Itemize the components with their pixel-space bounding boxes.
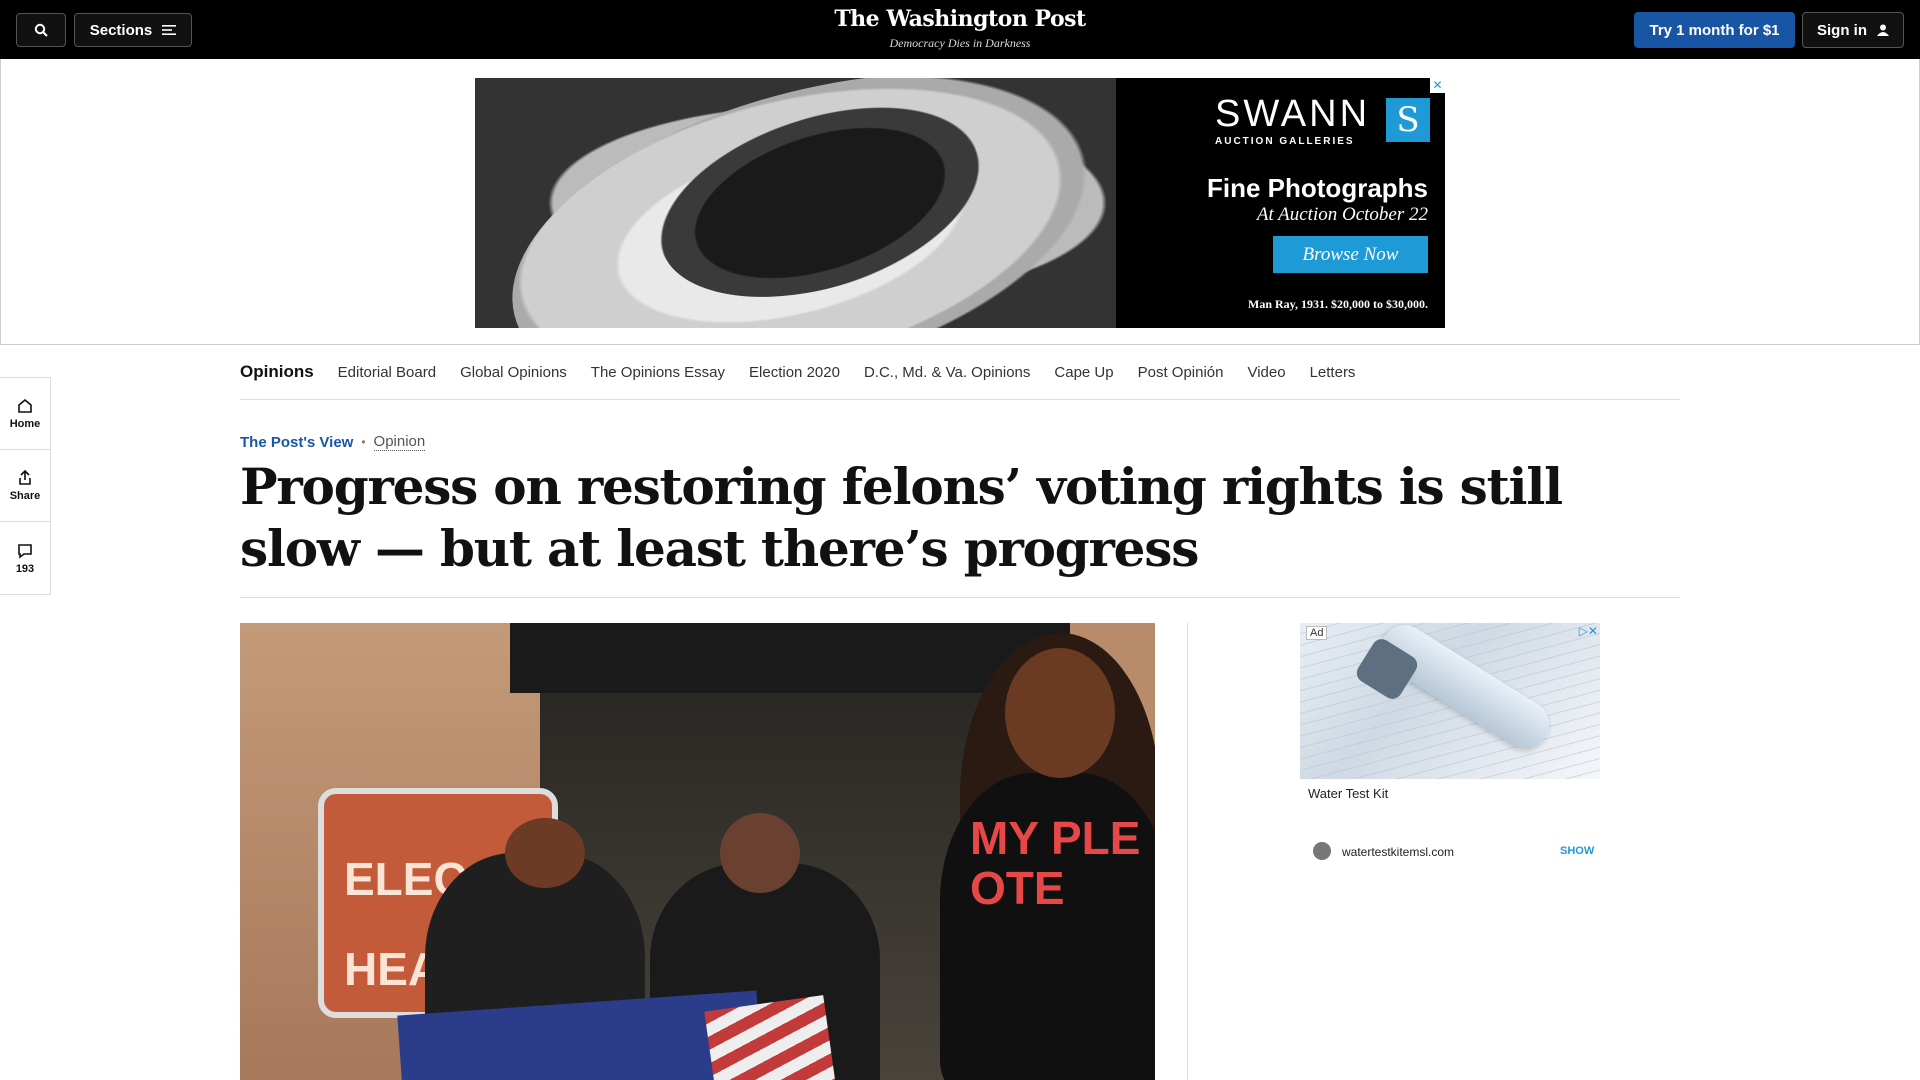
globe-icon — [1313, 842, 1331, 860]
nav-post-opinion[interactable]: Post Opinión — [1138, 364, 1224, 381]
nav-letters[interactable]: Letters — [1310, 364, 1356, 381]
left-rail: Home Share 193 — [0, 377, 51, 595]
nav-editorial-board[interactable]: Editorial Board — [338, 364, 436, 381]
photo-shirt-text: MY PLE OTE — [970, 812, 1141, 914]
comment-icon — [18, 543, 32, 559]
ad-headline: Fine Photographs — [1207, 173, 1428, 203]
nav-cape-up[interactable]: Cape Up — [1054, 364, 1113, 381]
comments-button[interactable]: 193 — [0, 522, 50, 594]
adchoices-icon[interactable]: ▷✕ — [1579, 624, 1598, 638]
user-icon — [1877, 24, 1889, 36]
kicker-separator: • — [361, 435, 366, 449]
article-headline: Progress on restoring felons’ voting rig… — [240, 457, 1563, 578]
nav-global-opinions[interactable]: Global Opinions — [460, 364, 567, 381]
tagline: Democracy Dies in Darkness — [889, 36, 1031, 50]
top-bar: Sections The Washington Post Democracy D… — [0, 0, 1920, 59]
swann-brand: SWANN AUCTION GALLERIES — [1215, 93, 1370, 147]
column-divider — [1187, 623, 1188, 1080]
headline-divider — [240, 597, 1680, 598]
banner-ad[interactable]: SWANN AUCTION GALLERIES S ✕ Fine Photogr… — [475, 78, 1445, 328]
opinions-nav: Opinions Editorial Board Global Opinions… — [240, 345, 1680, 400]
browse-now-button[interactable]: Browse Now — [1273, 236, 1428, 273]
subscribe-button[interactable]: Try 1 month for $1 — [1634, 12, 1795, 48]
photo-person-right-head — [1005, 648, 1115, 778]
nav-opinions[interactable]: Opinions — [240, 362, 314, 382]
sections-label: Sections — [89, 21, 153, 39]
kicker-posts-view[interactable]: The Post's View — [240, 434, 353, 451]
menu-icon — [162, 25, 177, 35]
comments-count: 193 — [15, 562, 35, 575]
ad-close-icon[interactable]: ✕ — [1430, 78, 1445, 93]
swann-logo-icon: S — [1386, 98, 1430, 142]
side-ad-image — [1300, 623, 1600, 779]
side-ad-title[interactable]: Water Test Kit — [1308, 786, 1388, 801]
banner-photo — [475, 78, 1172, 328]
kicker: The Post's View • Opinion — [240, 433, 426, 451]
photo-person-center-head — [720, 813, 800, 893]
share-label: Share — [9, 490, 41, 502]
site-logo[interactable]: The Washington Post — [810, 6, 1110, 32]
ad-badge: Ad — [1306, 626, 1328, 640]
signin-button[interactable]: Sign in — [1802, 12, 1904, 48]
lead-photo[interactable]: ELEC HEADQ MY PLE OTE — [240, 623, 1155, 1080]
nav-video[interactable]: Video — [1247, 364, 1285, 381]
masthead[interactable]: The Washington Post Democracy Dies in Da… — [810, 6, 1110, 51]
kicker-opinion[interactable]: Opinion — [373, 433, 426, 451]
search-icon — [34, 23, 48, 37]
home-icon — [18, 398, 32, 413]
side-ad[interactable]: Ad ▷✕ Water Test Kit watertestkitemsl.co… — [1300, 623, 1600, 873]
home-label: Home — [9, 418, 41, 430]
signin-label: Sign in — [1817, 21, 1867, 39]
brand-sub: AUCTION GALLERIES — [1215, 136, 1355, 147]
sections-button[interactable]: Sections — [74, 13, 192, 47]
nav-dmv-opinions[interactable]: D.C., Md. & Va. Opinions — [864, 364, 1030, 381]
search-button[interactable] — [16, 13, 66, 47]
home-button[interactable]: Home — [0, 378, 50, 450]
photo-person-left-head — [505, 818, 585, 888]
side-ad-url[interactable]: watertestkitemsl.com — [1342, 845, 1454, 859]
brand-name: SWANN — [1215, 93, 1371, 135]
nav-election-2020[interactable]: Election 2020 — [749, 364, 840, 381]
nav-opinions-essay[interactable]: The Opinions Essay — [591, 364, 725, 381]
photo-awning — [510, 623, 1070, 693]
share-icon — [19, 469, 31, 485]
ad-date: At Auction October 22 — [1256, 204, 1428, 225]
ad-caption: Man Ray, 1931. $20,000 to $30,000. — [1248, 297, 1428, 311]
side-ad-show-button[interactable]: SHOW — [1560, 845, 1594, 857]
share-button[interactable]: Share — [0, 450, 50, 522]
